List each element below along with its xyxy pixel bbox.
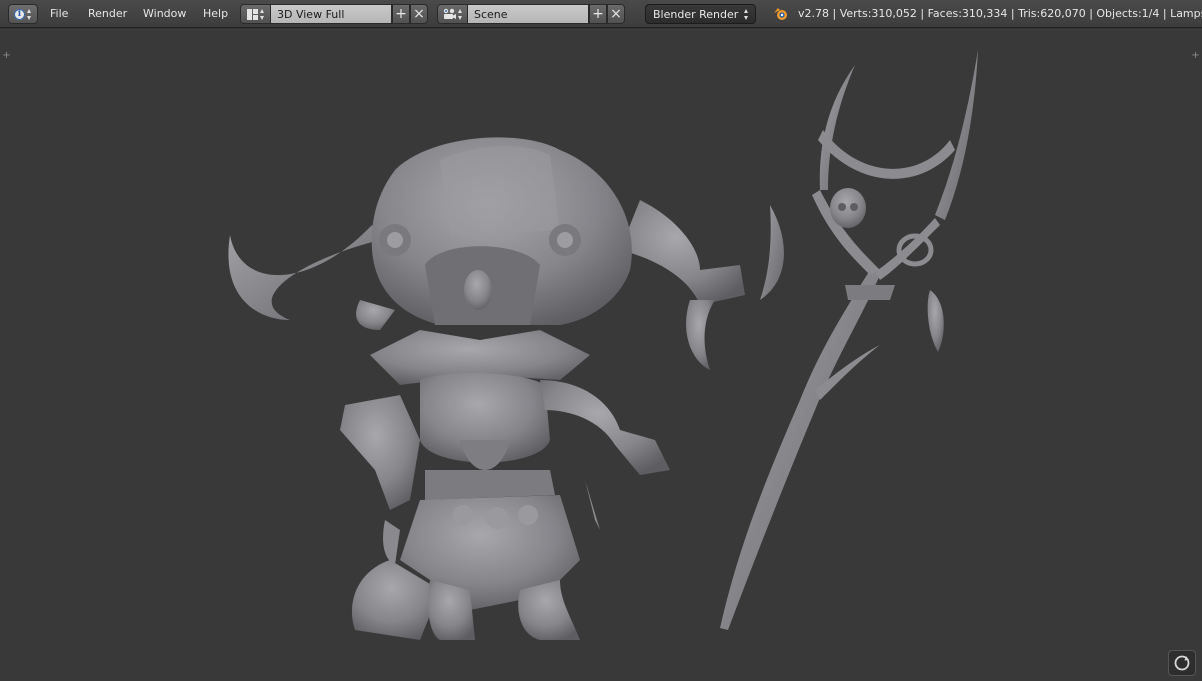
scene-browse-button[interactable] [437, 4, 468, 24]
info-header: i File Render Window Help 3D View Full +… [0, 0, 1202, 28]
close-icon: × [610, 6, 622, 22]
scene-statistics: v2.78 | Verts:310,052 | Faces:310,334 | … [798, 7, 1202, 20]
updown-arrows-icon [259, 8, 265, 20]
updown-arrows-icon [744, 9, 749, 20]
blender-logo-icon [774, 8, 787, 20]
screen-layout-selector: 3D View Full + × [240, 4, 432, 24]
scene-name-field[interactable]: Scene [467, 4, 589, 24]
add-screen-layout-button[interactable]: + [392, 4, 410, 24]
updown-arrows-icon [27, 8, 32, 20]
add-scene-button[interactable]: + [589, 4, 607, 24]
character-model [228, 137, 784, 640]
info-icon: i [14, 8, 25, 20]
menu-render[interactable]: Render [88, 7, 127, 20]
menu-window[interactable]: Window [143, 7, 186, 20]
delete-scene-button[interactable]: × [607, 4, 625, 24]
staff-model [720, 50, 978, 630]
menu-file[interactable]: File [50, 7, 68, 20]
rotate-view-icon [1174, 655, 1190, 671]
screen-layout-browse-button[interactable] [240, 4, 271, 24]
editor-type-selector[interactable]: i [8, 4, 38, 24]
plus-icon: + [592, 6, 604, 22]
close-icon: × [413, 6, 425, 22]
screen-layout-name-field[interactable]: 3D View Full [270, 4, 392, 24]
scene-selector: Scene + × [437, 4, 629, 24]
screen-layout-icon [246, 8, 258, 20]
render-engine-dropdown[interactable]: Blender Render [645, 4, 756, 24]
scene-icon [443, 8, 456, 19]
delete-screen-layout-button[interactable]: × [410, 4, 428, 24]
render-engine-label: Blender Render [653, 8, 739, 21]
updown-arrows-icon [457, 8, 463, 20]
sculpt-model [228, 50, 978, 640]
plus-icon: + [395, 6, 407, 22]
3d-viewport[interactable]: + + [0, 28, 1202, 681]
menu-help[interactable]: Help [203, 7, 228, 20]
navigation-gizmo-button[interactable] [1168, 650, 1196, 676]
